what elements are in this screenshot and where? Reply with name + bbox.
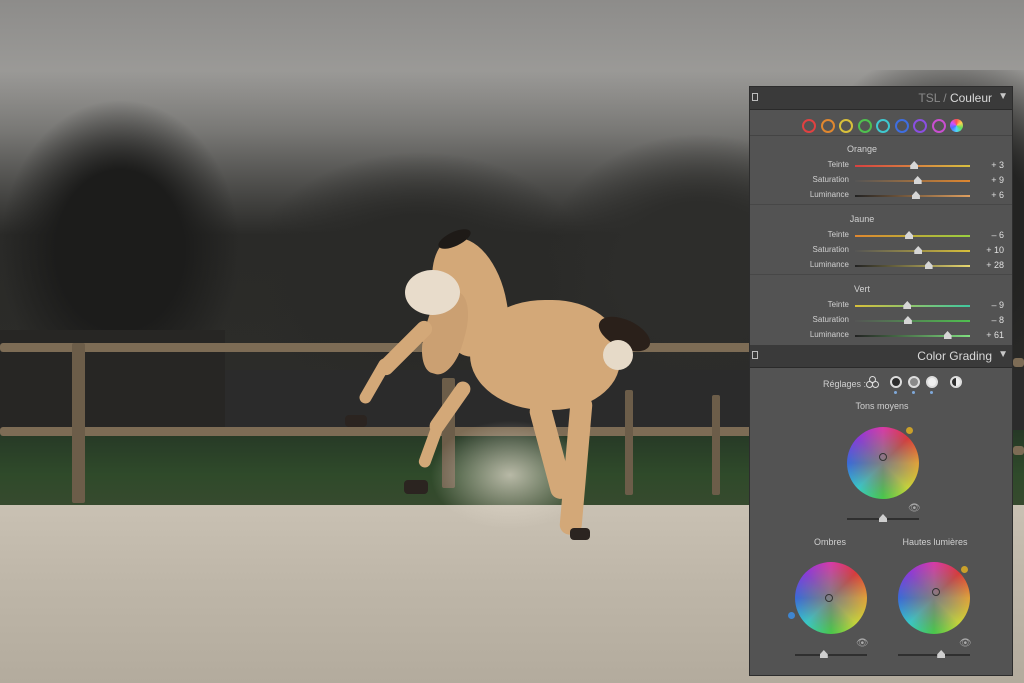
group-title-vert: Vert [853, 284, 870, 294]
group-title-jaune: Jaune [849, 214, 875, 224]
group-separator [750, 204, 1012, 205]
slider-value[interactable]: – 8 [991, 315, 1004, 325]
slider-label: Luminance [809, 190, 849, 199]
slider-value[interactable]: + 6 [991, 190, 1004, 200]
swatch-yellow-icon[interactable] [839, 119, 853, 133]
fence-post [712, 395, 720, 495]
slider-row-teinte: Teinte – 9 [750, 299, 1012, 313]
highlights-color-wheel[interactable] [898, 562, 970, 634]
eye-icon[interactable]: 👁 [908, 503, 921, 514]
panel-switch-icon[interactable] [752, 93, 758, 101]
highlights-accent-dot [961, 566, 968, 573]
slider-row-luminance: Luminance + 6 [750, 189, 1012, 203]
shadows-indicator [894, 391, 897, 394]
slider-value[interactable]: + 9 [991, 175, 1004, 185]
wheel-handle[interactable] [825, 594, 833, 602]
fence-post [625, 390, 633, 495]
slider-value[interactable]: – 6 [991, 230, 1004, 240]
slider-track[interactable] [855, 180, 970, 182]
slider-label: Saturation [812, 245, 849, 254]
shadows-color-wheel[interactable] [795, 562, 867, 634]
shadows-accent-dot [788, 612, 795, 619]
eye-icon[interactable]: 👁 [856, 638, 869, 649]
slider-row-luminance: Luminance + 61 [750, 329, 1012, 343]
group-title-orange: Orange [846, 144, 878, 154]
hsl-panel-header[interactable]: TSL / Couleur ▼ [750, 87, 1012, 110]
slider-track[interactable] [855, 305, 970, 307]
swatch-red-icon[interactable] [802, 119, 816, 133]
slider-track[interactable] [855, 235, 970, 237]
midtones-wheel-icon[interactable] [908, 376, 920, 388]
midtones-indicator [912, 391, 915, 394]
reglages-row: Réglages : [750, 376, 1012, 394]
slider-value[interactable]: – 9 [991, 300, 1004, 310]
shadows-luminance-slider[interactable] [795, 654, 867, 656]
slider-row-saturation: Saturation + 9 [750, 174, 1012, 188]
slider-row-saturation: Saturation + 10 [750, 244, 1012, 258]
slider-track[interactable] [855, 320, 970, 322]
slider-row-luminance: Luminance + 28 [750, 259, 1012, 273]
slider-value[interactable]: + 61 [986, 330, 1004, 340]
slider-value[interactable]: + 3 [991, 160, 1004, 170]
slider-label: Teinte [827, 230, 849, 239]
slider-label: Saturation [812, 315, 849, 324]
midtones-accent-dot [906, 427, 913, 434]
slider-track[interactable] [855, 165, 970, 167]
fence-post [72, 343, 85, 503]
slider-value[interactable]: + 28 [986, 260, 1004, 270]
group-separator [750, 274, 1012, 275]
panel-switch-icon[interactable] [752, 351, 758, 359]
slider-label: Saturation [812, 175, 849, 184]
slider-label: Teinte [827, 300, 849, 309]
swatch-purple-icon[interactable] [913, 119, 927, 133]
develop-panel: TSL / Couleur ▼ Orange Teinte + 3 Saturatio… [749, 86, 1013, 676]
swatch-all-icon[interactable] [950, 119, 963, 132]
midtones-color-wheel[interactable] [847, 427, 919, 499]
highlights-wheel-icon[interactable] [926, 376, 938, 388]
color-swatch-row [750, 111, 1012, 136]
highlights-indicator [930, 391, 933, 394]
highlights-label: Hautes lumières [902, 537, 968, 547]
global-wheel-icon[interactable] [950, 376, 962, 388]
triangle-down-icon[interactable]: ▼ [998, 91, 1008, 102]
three-way-icon[interactable] [866, 376, 879, 388]
panel-title: TSL / Couleur [918, 91, 992, 105]
color-grading-header[interactable]: Color Grading ▼ [750, 345, 1012, 368]
swatch-aqua-icon[interactable] [876, 119, 890, 133]
slider-row-teinte: Teinte – 6 [750, 229, 1012, 243]
slider-label: Luminance [809, 330, 849, 339]
reglages-label: Réglages : [823, 379, 867, 389]
slider-label: Teinte [827, 160, 849, 169]
wheel-handle[interactable] [932, 588, 940, 596]
eye-icon[interactable]: 👁 [959, 638, 972, 649]
slider-track[interactable] [855, 250, 970, 252]
shadows-label: Ombres [813, 537, 846, 547]
slider-track[interactable] [855, 265, 970, 267]
fence-rail-right [1013, 446, 1024, 455]
title-separator: / [939, 91, 950, 105]
fence-rail-right [1013, 358, 1024, 367]
swatch-orange-icon[interactable] [820, 119, 835, 133]
swatch-magenta-icon[interactable] [931, 119, 946, 133]
title-tsl: TSL [918, 91, 940, 105]
shadows-wheel-icon[interactable] [890, 376, 902, 388]
wheel-handle[interactable] [879, 453, 887, 461]
fence-rail-bottom [0, 427, 760, 436]
midtones-label: Tons moyens [855, 401, 909, 411]
panel-title: Color Grading [917, 349, 992, 363]
slider-track[interactable] [855, 335, 970, 337]
highlights-luminance-slider[interactable] [898, 654, 970, 656]
title-couleur: Couleur [949, 91, 992, 105]
slider-label: Luminance [809, 260, 849, 269]
slider-value[interactable]: + 10 [986, 245, 1004, 255]
slider-row-teinte: Teinte + 3 [750, 159, 1012, 173]
midtones-luminance-slider[interactable] [847, 518, 919, 520]
slider-track[interactable] [855, 195, 970, 197]
triangle-down-icon[interactable]: ▼ [998, 349, 1008, 360]
swatch-green-icon[interactable] [857, 119, 872, 133]
slider-row-saturation: Saturation – 8 [750, 314, 1012, 328]
swatch-blue-icon[interactable] [894, 119, 909, 133]
